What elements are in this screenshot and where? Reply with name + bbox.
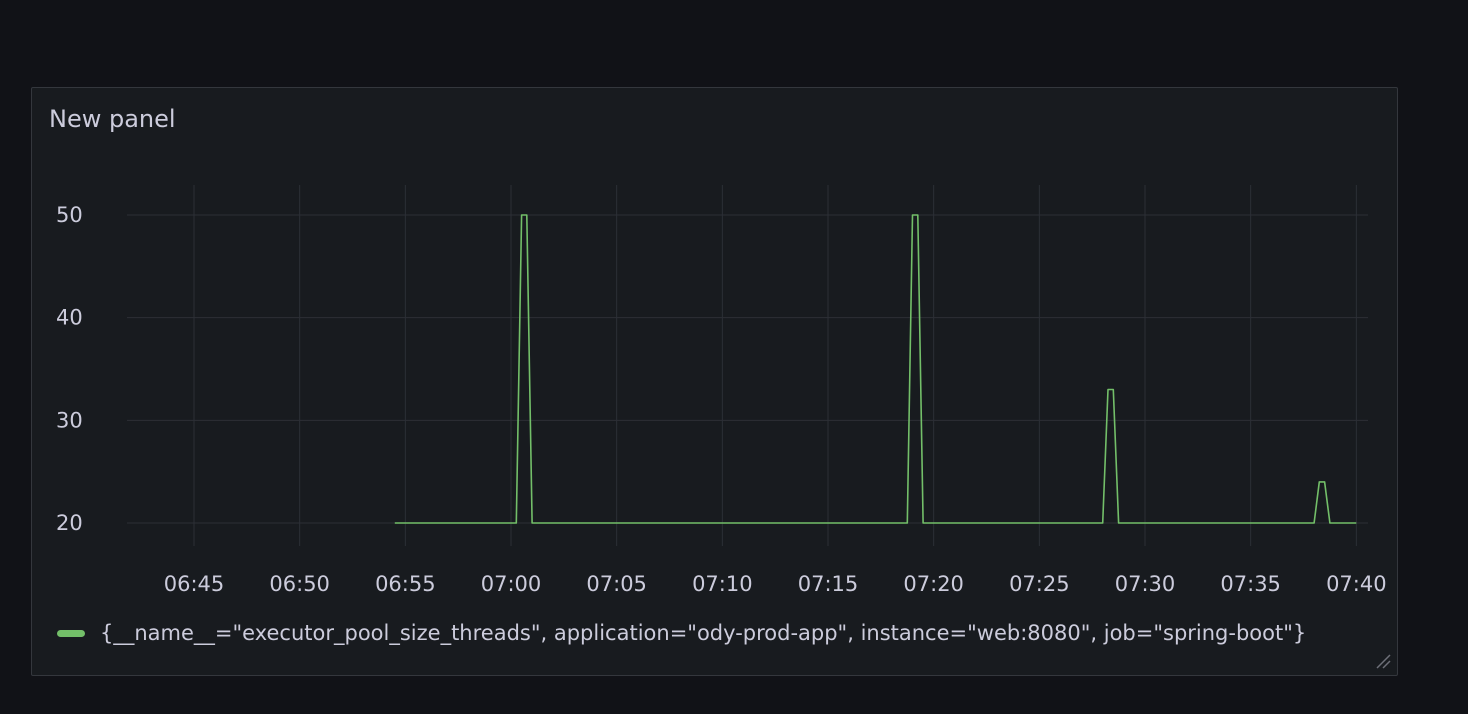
timeseries-chart[interactable]: 20304050 06:45 06:50 06:55 07:00 07:05 07:10 0… [32, 88, 1398, 676]
x-axis: 06:45 06:50 06:55 07:00 07:05 07:10 07:15 07:20… [164, 572, 1387, 596]
grid-lines [127, 185, 1368, 546]
x-tick-label: 07:10 [692, 572, 753, 596]
x-tick-label: 07:15 [798, 572, 859, 596]
x-tick-label: 07:00 [481, 572, 542, 596]
panel-title[interactable]: New panel [49, 105, 176, 133]
x-tick-label: 07:30 [1115, 572, 1176, 596]
y-tick-label: 50 [56, 203, 83, 227]
y-tick-label: 40 [56, 306, 83, 330]
timeseries-panel[interactable]: 20 30 40 50 06:45 06:50 06:55 07:00 07:05 07:10 0… [31, 87, 1398, 676]
y-tick-label: 20 [56, 511, 83, 535]
x-tick-label: 07:05 [586, 572, 647, 596]
x-tick-label: 06:45 [164, 572, 225, 596]
y-axis: 20 30 40 50 [56, 203, 83, 535]
x-tick-label: 07:20 [903, 572, 964, 596]
legend-series-swatch[interactable] [57, 629, 85, 637]
resize-handle-icon[interactable] [1375, 653, 1391, 669]
series-layer [394, 214, 1357, 524]
x-tick-label: 06:50 [269, 572, 330, 596]
x-tick-label: 07:25 [1009, 572, 1070, 596]
x-tick-label: 06:55 [375, 572, 436, 596]
x-tick-label: 07:35 [1220, 572, 1281, 596]
y-tick-label: 30 [56, 408, 83, 432]
legend: {__name__="executor_pool_size_threads", … [57, 618, 1387, 648]
series-line[interactable] [394, 214, 1357, 524]
x-tick-label: 07:40 [1326, 572, 1387, 596]
legend-series-label[interactable]: {__name__="executor_pool_size_threads", … [100, 621, 1306, 645]
